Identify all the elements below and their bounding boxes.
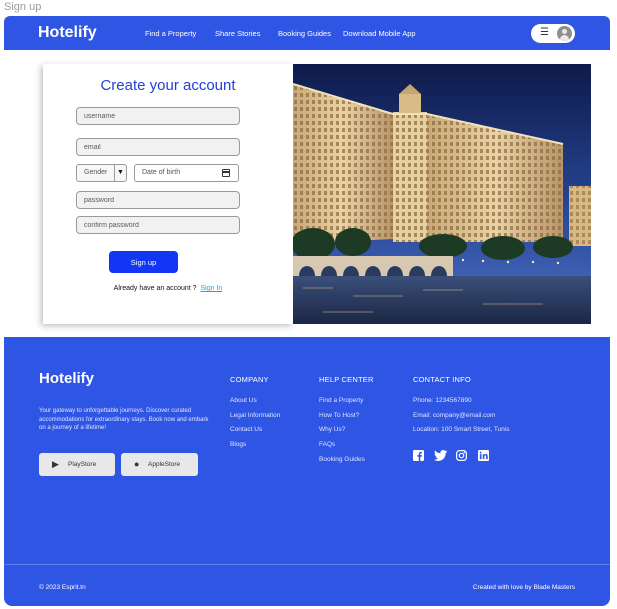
gender-label: Gender	[84, 169, 108, 176]
already-text: Already have an account ?	[113, 285, 197, 292]
signup-card: Create your account Gender ▼ Date of bir…	[43, 64, 293, 324]
nav-share-stories[interactable]: Share Stories	[215, 29, 260, 38]
apple-icon: ●	[134, 459, 140, 469]
dob-label: Date of birth	[142, 169, 181, 176]
nav-find-property[interactable]: Find a Property	[145, 29, 196, 38]
link-booking-guides[interactable]: Booking Guides	[319, 456, 365, 463]
dropdown-arrow-icon: ▼	[114, 165, 126, 181]
hotel-photo	[293, 64, 591, 324]
signin-prompt: Already have an account ? Sign In	[43, 285, 293, 292]
link-find-property[interactable]: Find a Property	[319, 397, 363, 404]
contact-email: Email: company@email.com	[413, 412, 496, 419]
email-input[interactable]	[76, 138, 240, 156]
nav-booking-guides[interactable]: Booking Guides	[278, 29, 331, 38]
username-input[interactable]	[76, 107, 240, 125]
link-about-us[interactable]: About Us	[230, 397, 257, 404]
twitter-icon[interactable]	[434, 450, 447, 461]
page-label: Sign up	[4, 1, 42, 13]
appstore-button[interactable]: ● AppleStore	[121, 453, 198, 476]
brand-logo[interactable]: Hotelify	[38, 24, 97, 42]
avatar-icon	[557, 26, 572, 41]
link-why-us[interactable]: Why Us?	[319, 426, 345, 433]
hamburger-icon: ☰	[540, 27, 549, 38]
footer-brand: Hotelify	[39, 370, 95, 387]
contact-location: Location: 100 Smart Street, Tunis	[413, 426, 510, 433]
linkedin-icon[interactable]	[478, 450, 489, 461]
link-faqs[interactable]: FAQs	[319, 441, 335, 448]
link-contact-us[interactable]: Contact Us	[230, 426, 262, 433]
link-legal-information[interactable]: Legal Information	[230, 412, 280, 419]
top-navbar: Hotelify Find a Property Share Stories B…	[4, 16, 610, 50]
appstore-label: AppleStore	[148, 461, 181, 468]
playstore-label: PlayStore	[68, 461, 97, 468]
play-icon: ▶	[52, 459, 59, 469]
link-blogs[interactable]: Blogs	[230, 441, 246, 448]
playstore-button[interactable]: ▶ PlayStore	[39, 453, 115, 476]
company-title: COMPANY	[230, 375, 269, 384]
signup-button[interactable]: Sign up	[109, 251, 178, 273]
user-menu-button[interactable]: ☰	[531, 24, 575, 43]
credits-text: Created with love by Blade Masters	[472, 584, 575, 591]
signin-link[interactable]: Sign In	[201, 285, 223, 292]
link-how-to-host[interactable]: How To Host?	[319, 412, 359, 419]
copyright-text: © 2023 Esprit.tn	[39, 584, 86, 591]
footer: Hotelify Your gateway to unforgettable j…	[4, 337, 610, 606]
instagram-icon[interactable]	[456, 450, 467, 461]
calendar-icon[interactable]	[222, 169, 230, 177]
confirm-password-input[interactable]	[76, 216, 240, 234]
gender-select[interactable]: Gender ▼	[76, 164, 127, 182]
nav-download-app[interactable]: Download Mobile App	[343, 29, 416, 38]
contact-info-title: CONTACT INFO	[413, 375, 471, 384]
date-of-birth-input[interactable]: Date of birth	[134, 164, 239, 182]
footer-tagline: Your gateway to unforgettable journeys. …	[39, 408, 209, 431]
help-center-title: HELP CENTER	[319, 375, 374, 384]
footer-divider	[4, 564, 610, 565]
facebook-icon[interactable]	[413, 450, 424, 461]
contact-phone: Phone: 1234567890	[413, 397, 472, 404]
password-input[interactable]	[76, 191, 240, 209]
form-title: Create your account	[100, 77, 236, 94]
